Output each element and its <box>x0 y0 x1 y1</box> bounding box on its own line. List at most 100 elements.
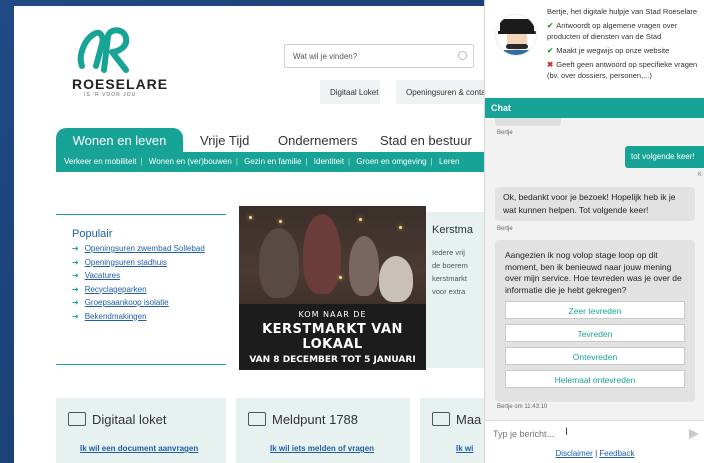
subnav-separator: | <box>140 157 143 166</box>
populair-link-stadhuis[interactable]: Openingsuren stadhuis <box>72 258 205 272</box>
calendar-icon <box>432 412 450 426</box>
tab-stad-en-bestuur[interactable]: Stad en bestuur <box>380 128 472 152</box>
tab-wonen-en-leven[interactable]: Wonen en leven <box>56 128 183 152</box>
kerstmarkt-banner: KOM NAAR DE KERSTMARKT VAN LOKAAL VAN 8 … <box>239 304 426 370</box>
tab-ondernemers[interactable]: Ondernemers <box>278 128 357 152</box>
option-zeer-tevreden-button[interactable]: Zeer tevreden <box>505 301 685 319</box>
previous-message-bubble <box>495 118 561 126</box>
intro-line: Bertje, het digitale hulpje van Stad Roe… <box>547 6 703 17</box>
kerstmarkt-image[interactable]: KOM NAAR DE KERSTMARKT VAN LOKAAL VAN 8 … <box>239 206 426 370</box>
kerstmarkt-panel-title: Kerstma <box>432 224 473 236</box>
intro-line-text: Bertje, het digitale hulpje van Stad Roe… <box>547 7 698 16</box>
bertje-avatar <box>495 14 537 56</box>
avatar-body <box>504 50 530 55</box>
search-input[interactable]: Wat wil je vinden? <box>284 44 474 68</box>
card-title-text: Meldpunt 1788 <box>272 412 359 427</box>
sender-label: Bertje <box>497 130 513 136</box>
tab-vrije-tijd[interactable]: Vrije Tijd <box>200 128 249 152</box>
populair-list: Openingsuren zwembad Sollebad Openingsur… <box>72 244 205 325</box>
chat-input-row: I <box>485 420 704 448</box>
roeselare-logo-icon[interactable] <box>74 26 134 78</box>
openingsuren-button[interactable]: Openingsuren & conta <box>396 80 494 104</box>
option-ontevreden-button[interactable]: Ontevreden <box>505 347 685 365</box>
checkmark-icon: ✔ <box>547 46 554 55</box>
intro-line: ✔ Maakt je wegwijs op onze website <box>547 45 703 56</box>
card-title-text: Maa <box>456 412 482 427</box>
website-page: ROESELARE IS 'R VOOR JOU Wat wil je vind… <box>14 6 494 463</box>
subnav-bar: Verkeer en mobiliteit | Wonen en (ver)bou… <box>56 152 494 172</box>
intro-line-text: Antwoordt op algemene vragen over produc… <box>547 21 678 41</box>
card-title-text: Digitaal loket <box>92 412 167 427</box>
populair-link-recyclageparken[interactable]: Recyclageparken <box>72 285 205 299</box>
cross-icon: ✖ <box>547 60 554 69</box>
card-link-third[interactable]: Ik wi <box>456 444 473 453</box>
card-meldpunt: Meldpunt 1788 Ik wil iets melden of vrag… <box>236 398 410 463</box>
populair-link-vacatures[interactable]: Vacatures <box>72 271 205 285</box>
disclaimer-link[interactable]: Disclaimer <box>555 449 592 458</box>
logo-name: ROESELARE <box>72 76 169 92</box>
feedback-link[interactable]: Feedback <box>599 449 634 458</box>
populair-link-bekendmakingen[interactable]: Bekendmakingen <box>72 312 205 326</box>
send-icon[interactable] <box>689 429 699 439</box>
photo-person <box>349 236 379 296</box>
light-decoration <box>359 218 362 221</box>
intro-text: Bertje, het digitale hulpje van Stad Roe… <box>547 6 703 84</box>
sender-label: Bertje <box>497 226 513 232</box>
subnav-separator: | <box>305 157 308 166</box>
chat-header: Chat <box>485 98 704 118</box>
chat-bubble-icon <box>248 412 266 426</box>
option-helemaal-ontevreden-button[interactable]: Helemaal ontevreden <box>505 370 685 388</box>
search-placeholder: Wat wil je vinden? <box>293 52 358 61</box>
light-decoration <box>339 276 342 279</box>
survey-question: Aangezien ik nog volop stage loop op dit… <box>505 250 682 295</box>
chat-message-input[interactable] <box>493 429 673 439</box>
digitaal-loket-button[interactable]: Digitaal Loket <box>320 80 380 104</box>
subnav-item-leren[interactable]: Leren <box>439 157 459 166</box>
intro-line: ✔ Antwoordt op algemene vragen over produ… <box>547 20 703 42</box>
light-decoration <box>249 216 252 219</box>
bot-message: Ok, bedankt voor je bezoek! Hopelijk heb… <box>495 187 695 221</box>
subnav-separator: | <box>348 157 351 166</box>
card-link-melden[interactable]: Ik wil iets melden of vragen <box>270 444 374 453</box>
chatbot-intro: Bertje, het digitale hulpje van Stad Roe… <box>485 0 704 98</box>
card-title: Meldpunt 1788 <box>248 412 358 427</box>
light-decoration <box>279 220 282 223</box>
card-third: Maa Ik wi <box>420 398 494 463</box>
search-clear-icon[interactable] <box>458 51 467 60</box>
intro-line-text: Geeft geen antwoord op specifieke vragen… <box>547 60 698 80</box>
user-message: tot volgende keer! <box>625 146 704 168</box>
subnav-separator: | <box>235 157 238 166</box>
banner-line-3: VAN 8 DECEMBER TOT 5 JANUARI <box>249 355 416 365</box>
subnav-item-groen[interactable]: Groen en omgeving <box>356 157 426 166</box>
subnav-item-gezin[interactable]: Gezin en familie <box>244 157 301 166</box>
panel-line: Iedere vrij <box>432 248 465 257</box>
banner-line-1: KOM NAAR DE <box>298 310 367 319</box>
subnav-item-verkeer[interactable]: Verkeer en mobiliteit <box>64 157 136 166</box>
intro-line-text: Maakt je wegwijs op onze website <box>556 46 670 55</box>
panel-line: kerstmarkt <box>432 274 468 283</box>
photo-person <box>379 256 413 302</box>
panel-line: de boerem <box>432 261 468 270</box>
light-decoration <box>399 226 402 229</box>
photo-person <box>303 214 341 294</box>
card-link-document[interactable]: Ik wil een document aanvragen <box>80 444 198 453</box>
divider <box>56 364 226 365</box>
user-marker: K <box>697 172 702 178</box>
banner-line-2: KERSTMARKT VAN LOKAAL <box>262 322 403 352</box>
divider <box>56 214 226 215</box>
populair-link-groepsaankoop[interactable]: Groepsaankoop isolatie <box>72 298 205 312</box>
checkmark-icon: ✔ <box>547 21 554 30</box>
subnav-separator: | <box>430 157 433 166</box>
message-timestamp: Bertje om 11:43:10 <box>497 404 548 410</box>
option-tevreden-button[interactable]: Tevreden <box>505 324 685 342</box>
card-title: Maa <box>432 412 481 427</box>
footer-separator: | <box>595 449 598 458</box>
logo-tagline: IS 'R VOOR JOU <box>84 92 137 98</box>
subnav-item-identiteit[interactable]: Identiteit <box>314 157 344 166</box>
bot-survey-message: Aangezien ik nog volop stage loop op dit… <box>495 240 695 402</box>
subnav-item-wonen[interactable]: Wonen en (ver)bouwen <box>149 157 232 166</box>
avatar-moustache <box>506 44 528 49</box>
populair-link-zwembad[interactable]: Openingsuren zwembad Sollebad <box>72 244 205 258</box>
populair-title: Populair <box>72 228 113 240</box>
chat-footer: Disclaimer | Feedback <box>485 448 704 463</box>
